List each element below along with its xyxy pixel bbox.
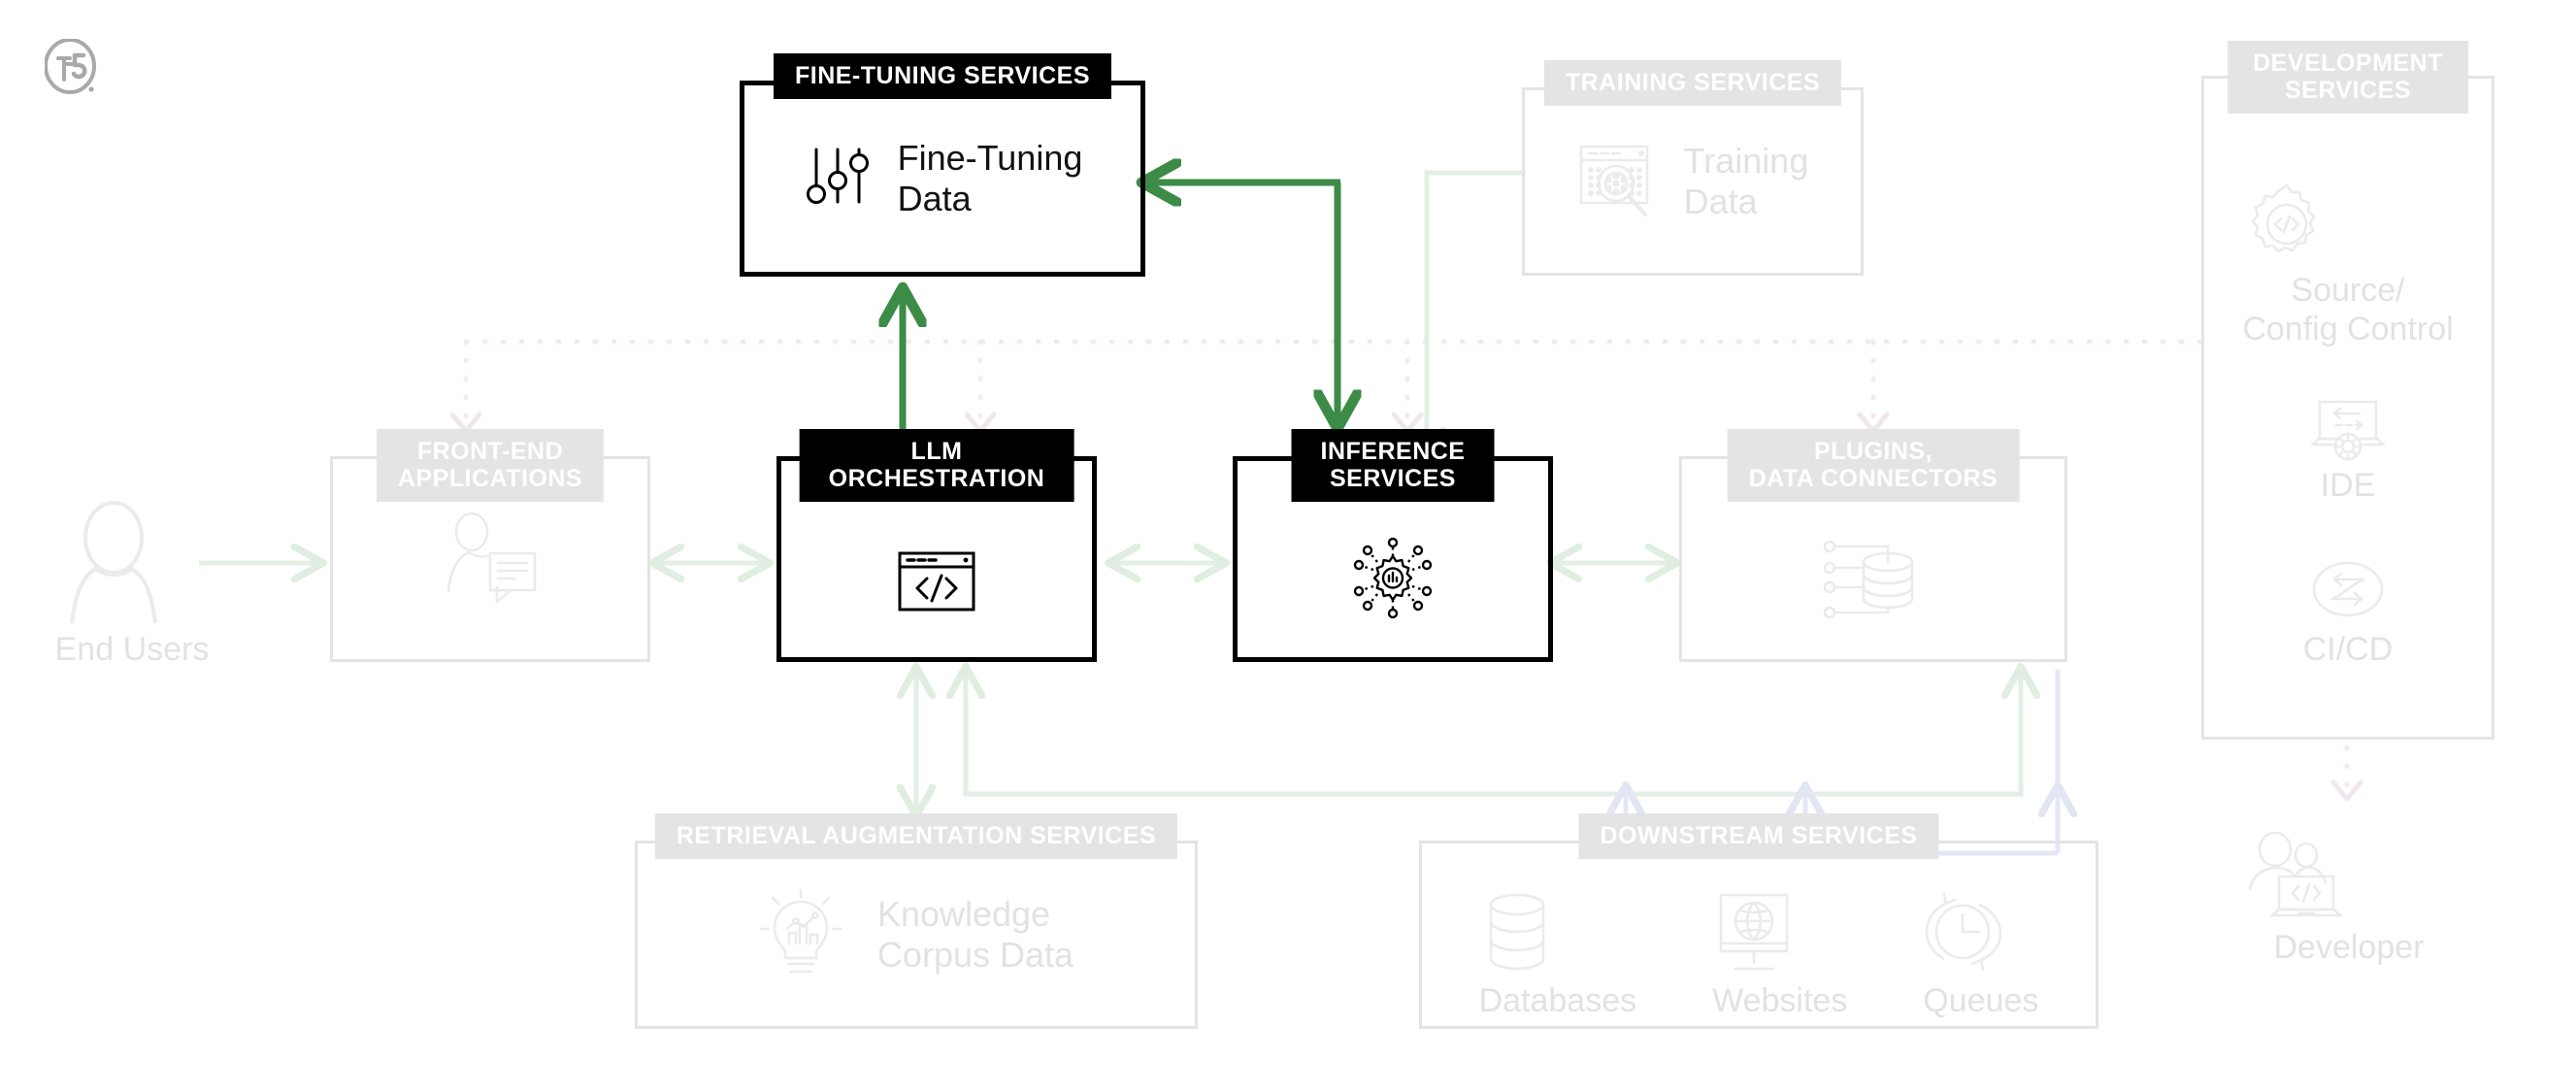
llm-orchestration-badge-line2: ORCHESTRATION (828, 465, 1045, 492)
retrieval-label: Knowledge Corpus Data (877, 894, 1073, 975)
training-label-line1: Training (1683, 141, 1809, 182)
fine-tuning-label: Fine-Tuning Data (898, 138, 1083, 219)
developer-actor: Developer (2232, 830, 2465, 967)
plugins-data-connectors-box[interactable]: PLUGINS, DATA CONNECTORS (1679, 429, 2067, 662)
laptop-gear-icon (2309, 400, 2387, 461)
data-inspect-icon (1579, 145, 1648, 216)
training-services-box[interactable]: TRAINING SERVICES Training Data (1522, 60, 1864, 276)
source-config-line1: Source/ (2291, 271, 2405, 309)
architecture-diagram: End Users FINE-TUNING SERVICES Fine-Tuni… (0, 0, 2576, 1091)
code-window-icon (898, 551, 975, 612)
training-label: Training Data (1684, 141, 1809, 222)
gear-code-icon (2251, 183, 2316, 253)
dev-item-cicd-label: CI/CD (2302, 631, 2394, 668)
retrieval-augmentation-services-box[interactable]: RETRIEVAL AUGMENTATION SERVICES Knowledg… (635, 813, 1198, 1029)
person-icon (70, 501, 157, 624)
downstream-label-queues: Queues (1923, 981, 2039, 1019)
llm-orchestration-box[interactable]: LLM ORCHESTRATION (776, 429, 1097, 662)
dev-item-cicd[interactable]: CI/CD (2302, 552, 2394, 669)
user-chat-icon (446, 512, 537, 605)
downstream-items: Databases Websites Queues (1437, 889, 2081, 1020)
dev-item-ide[interactable]: IDE (2303, 396, 2393, 505)
end-users-label: End Users (54, 631, 210, 668)
developer-label: Developer (2273, 929, 2425, 966)
fine-tuning-badge: FINE-TUNING SERVICES (773, 53, 1112, 99)
retrieval-label-line1: Knowledge (876, 894, 1051, 935)
plugins-badge-line1: PLUGINS, (1813, 438, 1933, 465)
dev-item-ide-label: IDE (2320, 467, 2376, 504)
inference-gear-icon (1353, 537, 1433, 619)
database-connectors-icon (1823, 540, 1914, 619)
downstream-label-databases: Databases (1478, 981, 1637, 1019)
inference-badge-line1: INFERENCE (1320, 438, 1466, 465)
sliders-icon (806, 148, 869, 204)
training-badge: TRAINING SERVICES (1543, 60, 1842, 106)
monitor-globe-icon (1719, 893, 1789, 970)
fine-tuning-services-box[interactable]: FINE-TUNING SERVICES Fine-Tuning Data (740, 53, 1145, 277)
downstream-services-box[interactable]: DOWNSTREAM SERVICES Databases Websites Q… (1419, 813, 2098, 1029)
llm-orchestration-badge-line1: LLM (910, 438, 963, 465)
llm-to-plugins-loop-wire (966, 670, 2021, 797)
llm-orchestration-badge: LLM ORCHESTRATION (799, 429, 1074, 502)
development-badge-line1: DEVELOPMENT (2253, 50, 2443, 77)
inference-badge-line2: SERVICES (1330, 465, 1456, 492)
downstream-item-websites[interactable]: Websites (1712, 889, 1847, 1020)
fine-tuning-label-line2: Data (897, 179, 972, 218)
source-config-line2: Config Control (2242, 311, 2454, 347)
development-badge-line2: SERVICES (2285, 77, 2411, 104)
inference-badge: INFERENCE SERVICES (1291, 429, 1495, 502)
inference-services-box[interactable]: INFERENCE SERVICES (1233, 429, 1553, 662)
database-icon (1489, 893, 1544, 970)
front-end-badge: FRONT-END APPLICATIONS (376, 429, 605, 502)
development-badge: DEVELOPMENT SERVICES (2228, 41, 2468, 114)
plugins-badge-line2: DATA CONNECTORS (1748, 465, 1998, 492)
developer-laptop-icon (2248, 831, 2344, 917)
downstream-label-websites: Websites (1712, 981, 1848, 1019)
front-end-applications-box[interactable]: FRONT-END APPLICATIONS (330, 429, 650, 662)
plugins-badge: PLUGINS, DATA CONNECTORS (1727, 429, 2020, 502)
downstream-item-databases[interactable]: Databases (1478, 889, 1637, 1020)
downstream-item-queues[interactable]: Queues (1923, 889, 2038, 1020)
cicd-loop-icon (2312, 561, 2384, 617)
fine-tuning-label-line1: Fine-Tuning (897, 138, 1083, 179)
training-to-inference-wire (1427, 170, 1526, 456)
dev-item-source-config[interactable]: Source/ Config Control (2242, 180, 2454, 348)
retrieval-badge: RETRIEVAL AUGMENTATION SERVICES (654, 813, 1178, 859)
lightbulb-chart-icon (759, 888, 842, 974)
front-end-badge-line1: FRONT-END (416, 438, 564, 465)
training-label-line2: Data (1683, 182, 1758, 221)
clock-cycle-icon (1926, 892, 2002, 971)
dev-item-source-config-label: Source/ Config Control (2242, 271, 2453, 348)
end-users-actor: End Users (54, 497, 210, 669)
retrieval-label-line2: Corpus Data (876, 935, 1074, 975)
front-end-badge-line2: APPLICATIONS (397, 465, 583, 492)
downstream-badge: DOWNSTREAM SERVICES (1578, 813, 1939, 859)
development-services-panel[interactable]: DEVELOPMENT SERVICES Source/ Config Cont… (2201, 41, 2494, 740)
